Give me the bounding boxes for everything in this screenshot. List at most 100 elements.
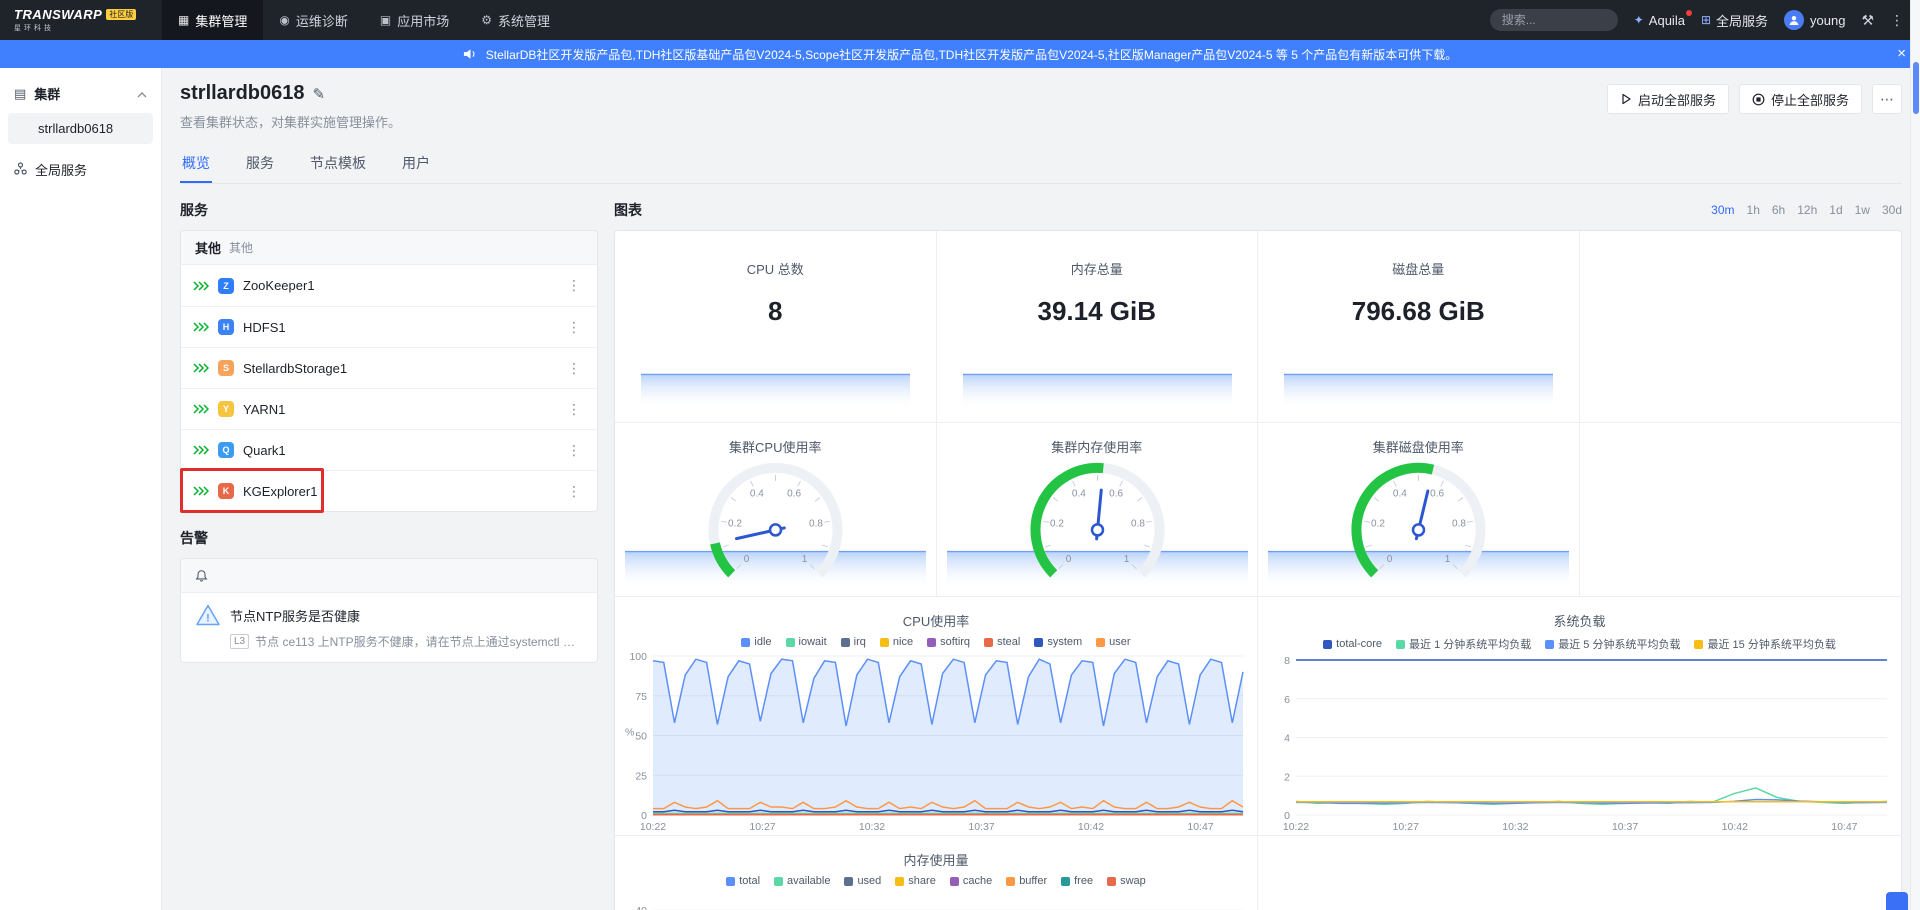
svg-text:0.8: 0.8 xyxy=(1452,519,1466,530)
legend-item-available[interactable]: available xyxy=(774,875,830,887)
nav-item-cluster-management[interactable]: ▦ 集群管理 xyxy=(162,0,264,40)
legend-item-cache[interactable]: cache xyxy=(949,875,992,887)
service-menu-icon[interactable]: ⋮ xyxy=(563,401,585,418)
aquila-menu[interactable]: ✦ Aquila xyxy=(1634,9,1692,28)
svg-text:10:37: 10:37 xyxy=(968,821,994,833)
gear-icon: ⚙ xyxy=(481,13,492,27)
service-menu-icon[interactable]: ⋮ xyxy=(563,319,585,336)
legend-item-steal[interactable]: steal xyxy=(984,636,1020,648)
service-row-Quark1[interactable]: Q Quark1 ⋮ xyxy=(181,429,597,470)
service-row-ZooKeeper1[interactable]: Z ZooKeeper1 ⋮ xyxy=(181,265,597,306)
service-menu-icon[interactable]: ⋮ xyxy=(563,277,585,294)
range-1d[interactable]: 1d xyxy=(1829,203,1842,217)
legend-item-user[interactable]: user xyxy=(1096,636,1131,648)
nav-item-app-market[interactable]: ▣ 应用市场 xyxy=(364,0,465,40)
sidebar-group-cluster[interactable]: ▤ 集群 xyxy=(0,76,161,111)
legend-item-nice[interactable]: nice xyxy=(879,636,913,648)
tab-node-templates[interactable]: 节点模板 xyxy=(308,145,368,183)
legend-item-total[interactable]: total xyxy=(726,875,760,887)
svg-text:10:42: 10:42 xyxy=(1722,821,1748,833)
legend-item-iowait[interactable]: iowait xyxy=(785,636,827,648)
warning-triangle-icon: ! xyxy=(196,604,220,626)
legend-item-total-core[interactable]: total-core xyxy=(1323,636,1382,652)
legend-item-used[interactable]: used xyxy=(844,875,881,887)
service-menu-icon[interactable]: ⋮ xyxy=(563,442,585,459)
service-row-StellardbStorage1[interactable]: S StellardbStorage1 ⋮ xyxy=(181,347,597,388)
svg-text:0: 0 xyxy=(1387,554,1393,565)
legend-item-irq[interactable]: irq xyxy=(840,636,866,648)
legend-marker xyxy=(840,637,850,647)
range-30m[interactable]: 30m xyxy=(1711,203,1734,217)
global-services-menu[interactable]: ⊞ 全局服务 xyxy=(1701,11,1768,30)
tab-overview[interactable]: 概览 xyxy=(180,145,212,183)
svg-text:2: 2 xyxy=(1284,771,1290,783)
legend-item-free[interactable]: free xyxy=(1061,875,1093,887)
sidebar-item-cluster[interactable]: strllardb0618 xyxy=(8,113,153,144)
legend-item-最近 15 分钟系统平均负载[interactable]: 最近 15 分钟系统平均负载 xyxy=(1694,636,1836,652)
legend-item-最近 1 分钟系统平均负载[interactable]: 最近 1 分钟系统平均负载 xyxy=(1396,636,1531,652)
play-icon xyxy=(1622,93,1631,105)
tab-services[interactable]: 服务 xyxy=(244,145,276,183)
tools-icon[interactable]: ⚒ xyxy=(1861,12,1874,29)
start-all-services-button[interactable]: 启动全部服务 xyxy=(1606,84,1729,114)
gauge-title: 集群内存使用率 xyxy=(1051,440,1143,455)
user-menu[interactable]: young xyxy=(1784,10,1845,30)
service-row-KGExplorer1[interactable]: K KGExplorer1 ⋮ xyxy=(181,470,597,511)
memory-usage-gauge[interactable]: 0 0.2 0.4 0.6 0.8 1 xyxy=(937,456,1258,588)
memory-usage-chart[interactable]: 01020304010:2210:2710:3210:3710:4210:47 xyxy=(615,887,1257,910)
system-load-chart[interactable]: 0 2 4 6 8 10:22 10:27 10:32 10:37 10:42 10:47 xyxy=(1258,652,1901,835)
floating-widget-button[interactable] xyxy=(1886,892,1908,910)
cluster-group-icon: ▤ xyxy=(14,85,27,101)
banner-text: StellarDB社区开发版产品包,TDH社区版基础产品包V2024-5,Sco… xyxy=(485,47,1458,62)
health-chevrons-icon xyxy=(193,445,209,455)
svg-text:0.4: 0.4 xyxy=(750,488,764,499)
range-6h[interactable]: 6h xyxy=(1772,203,1785,217)
legend-item-share[interactable]: share xyxy=(895,875,936,887)
legend-item-最近 5 分钟系统平均负载[interactable]: 最近 5 分钟系统平均负载 xyxy=(1545,636,1680,652)
range-30d[interactable]: 30d xyxy=(1882,203,1902,217)
legend-label: free xyxy=(1074,875,1094,887)
gauge-memory-usage-cell: 集群内存使用率 0 0.2 0.4 0.6 0.8 1 xyxy=(936,423,1258,597)
sidebar-item-global-services[interactable]: 全局服务 xyxy=(0,150,161,189)
nav-item-system-management[interactable]: ⚙ 系统管理 xyxy=(465,0,566,40)
svg-text:%: % xyxy=(625,727,634,739)
alerts-card: ! 节点NTP服务是否健康 L3 节点 ce113 上NTP服务不健康，请在节点… xyxy=(180,558,598,663)
stop-all-services-button[interactable]: 停止全部服务 xyxy=(1738,84,1862,114)
nav-item-ops-diagnosis[interactable]: ◉ 运维诊断 xyxy=(263,0,364,40)
alert-item[interactable]: ! 节点NTP服务是否健康 L3 节点 ce113 上NTP服务不健康，请在节点… xyxy=(181,593,597,662)
transwarp-logo[interactable]: TRANSWARP 社区版 星环科技 xyxy=(0,7,162,33)
tab-users[interactable]: 用户 xyxy=(400,145,432,183)
legend-item-system[interactable]: system xyxy=(1034,636,1082,648)
more-menu-icon[interactable]: ⋮ xyxy=(1890,12,1904,29)
legend-item-buffer[interactable]: buffer xyxy=(1006,875,1047,887)
service-name: StellardbStorage1 xyxy=(243,360,348,376)
legend-item-softirq[interactable]: softirq xyxy=(927,636,970,648)
page-scrollbar xyxy=(1910,0,1920,910)
service-row-HDFS1[interactable]: H HDFS1 ⋮ xyxy=(181,306,597,347)
range-1w[interactable]: 1w xyxy=(1855,203,1870,217)
service-name: HDFS1 xyxy=(243,319,286,335)
legend-item-idle[interactable]: idle xyxy=(741,636,772,648)
nav-label: 应用市场 xyxy=(397,13,450,29)
service-name: KGExplorer1 xyxy=(243,483,318,499)
cpu-usage-gauge[interactable]: 0 0.2 0.4 0.6 0.8 1 xyxy=(615,456,936,588)
svg-text:0: 0 xyxy=(744,554,750,565)
tabs: 概览 服务 节点模板 用户 xyxy=(180,145,1902,184)
range-1h[interactable]: 1h xyxy=(1747,203,1760,217)
service-row-YARN1[interactable]: Y YARN1 ⋮ xyxy=(181,388,597,429)
cpu-count-trend-chart xyxy=(641,360,910,408)
disk-usage-gauge[interactable]: 0 0.2 0.4 0.6 0.8 1 xyxy=(1258,456,1579,588)
legend-label: 最近 5 分钟系统平均负载 xyxy=(1558,639,1681,651)
service-menu-icon[interactable]: ⋮ xyxy=(563,360,585,377)
range-12h[interactable]: 12h xyxy=(1797,203,1817,217)
search-input[interactable] xyxy=(1489,9,1618,31)
cpu-usage-chart[interactable]: 0 25 50 75 100% 10:22 10:27 10:32 10:37 10:42 10:4… xyxy=(615,648,1257,835)
scrollbar-thumb[interactable] xyxy=(1913,62,1919,114)
legend-label: share xyxy=(908,875,936,887)
service-menu-icon[interactable]: ⋮ xyxy=(563,483,585,500)
legend-item-swap[interactable]: swap xyxy=(1107,875,1146,887)
edit-icon[interactable]: ✎ xyxy=(313,85,326,103)
banner-close-icon[interactable]: × xyxy=(1897,40,1906,68)
svg-text:6: 6 xyxy=(1284,694,1290,706)
more-actions-button[interactable]: ⋯ xyxy=(1872,84,1902,114)
